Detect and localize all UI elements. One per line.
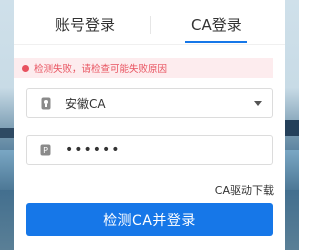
error-icon	[22, 64, 29, 72]
active-tab-indicator	[185, 41, 247, 43]
water-image-right	[285, 150, 299, 190]
ca-select-value: 安徽CA	[65, 96, 106, 111]
bridge-image-right	[285, 120, 299, 136]
bridge-image-left	[0, 128, 14, 138]
water-image-left	[0, 150, 14, 190]
password-icon: P	[40, 144, 51, 157]
ca-driver-download-link[interactable]: CA驱动下载	[215, 182, 274, 198]
chevron-down-icon	[254, 100, 262, 106]
tabs-divider	[14, 44, 285, 45]
detect-ca-login-button[interactable]: 检测CA并登录	[26, 203, 273, 236]
tab-divider	[150, 16, 151, 34]
certificate-icon	[40, 97, 51, 110]
error-message: 检测失败，请检查可能失败原因	[14, 58, 273, 78]
password-field[interactable]: P ••••••	[26, 135, 273, 165]
tab-ca-login[interactable]: CA登录	[191, 14, 242, 35]
tab-account-login[interactable]: 账号登录	[55, 14, 115, 35]
password-value: ••••••	[65, 142, 121, 158]
login-card: 账号登录 CA登录 检测失败，请检查可能失败原因 安徽CA P •••••• C	[14, 0, 285, 250]
svg-text:P: P	[43, 146, 48, 155]
error-text: 检测失败，请检查可能失败原因	[34, 64, 168, 75]
ca-select[interactable]: 安徽CA	[26, 88, 273, 118]
login-tabs: 账号登录 CA登录	[14, 0, 285, 45]
